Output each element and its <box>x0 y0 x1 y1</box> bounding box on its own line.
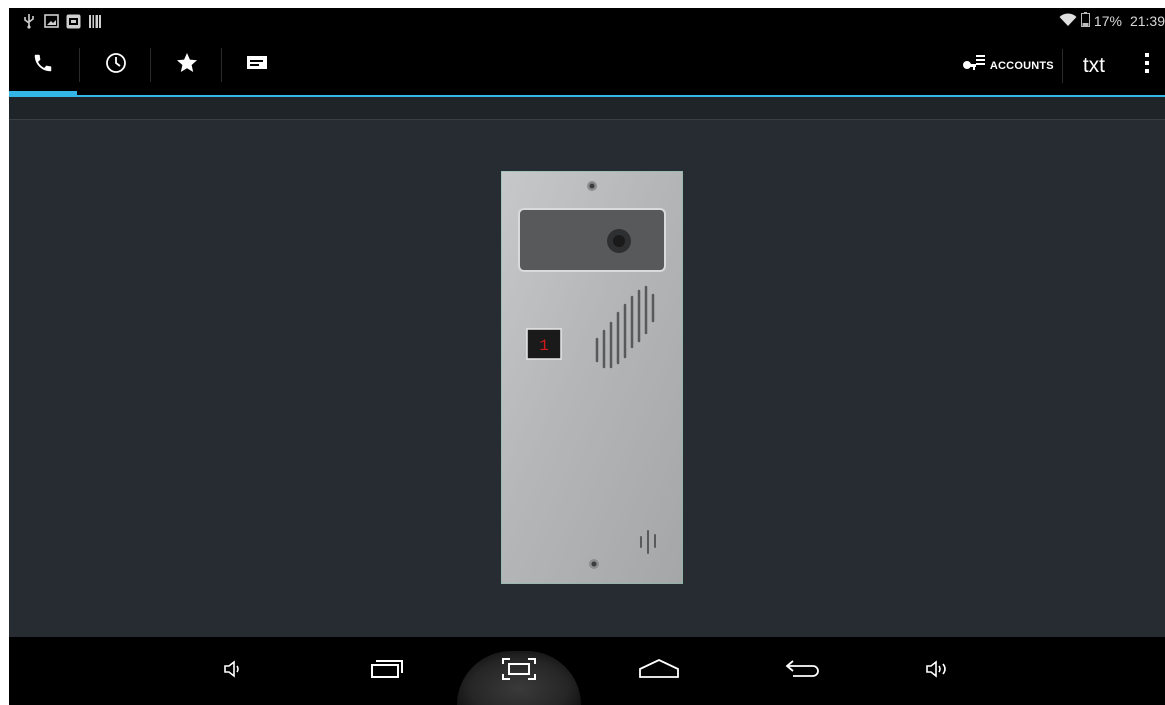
message-icon <box>246 54 268 77</box>
door-panel-video-feed[interactable]: 1 <box>500 170 684 585</box>
usb-icon <box>21 12 37 30</box>
wifi-icon <box>1059 12 1077 30</box>
volume-up-button[interactable] <box>909 637 969 705</box>
recent-apps-button[interactable] <box>357 637 417 705</box>
tab-divider <box>79 48 80 82</box>
clock-icon <box>105 52 127 79</box>
back-button[interactable] <box>773 637 833 705</box>
status-time: 21:39 <box>1129 13 1165 29</box>
action-bar: ACCOUNTS txt <box>9 36 1165 97</box>
accounts-button[interactable]: ACCOUNTS <box>954 36 1062 95</box>
battery-percent: 17% <box>1093 13 1122 29</box>
tab-favorites[interactable] <box>153 36 221 95</box>
screenshot-button[interactable] <box>489 637 549 705</box>
home-icon <box>638 658 680 684</box>
tab-divider <box>221 48 222 82</box>
tab-call-history[interactable] <box>82 36 150 95</box>
txt-button[interactable]: txt <box>1063 36 1129 95</box>
volume-up-icon <box>925 659 953 684</box>
device-screen: 17% 21:39 ACCOUNTS txt 1 <box>9 8 1165 705</box>
more-vert-icon <box>1144 52 1150 79</box>
barcode-icon <box>87 12 103 30</box>
overflow-menu-button[interactable] <box>1129 36 1165 95</box>
app-notification-icon <box>65 12 81 30</box>
panel-digit-display: 1 <box>539 337 549 355</box>
recent-apps-icon <box>370 659 404 684</box>
volume-down-button[interactable] <box>209 637 259 705</box>
back-icon <box>785 659 821 684</box>
volume-down-icon <box>223 659 245 684</box>
screenshot-icon <box>502 657 536 685</box>
content-header-strip <box>9 97 1165 120</box>
tab-divider <box>150 48 151 82</box>
tab-messages[interactable] <box>223 36 291 95</box>
navigation-bar <box>9 637 1165 705</box>
phone-icon <box>32 52 54 79</box>
accounts-icon <box>962 53 986 78</box>
accounts-label: ACCOUNTS <box>989 59 1054 72</box>
screenshot-icon <box>43 12 59 30</box>
video-call-view: 1 <box>9 97 1165 637</box>
star-icon <box>175 51 199 80</box>
battery-icon <box>1080 12 1090 30</box>
status-bar: 17% 21:39 <box>9 8 1165 36</box>
home-button[interactable] <box>629 637 689 705</box>
tab-dialer[interactable] <box>9 36 77 95</box>
